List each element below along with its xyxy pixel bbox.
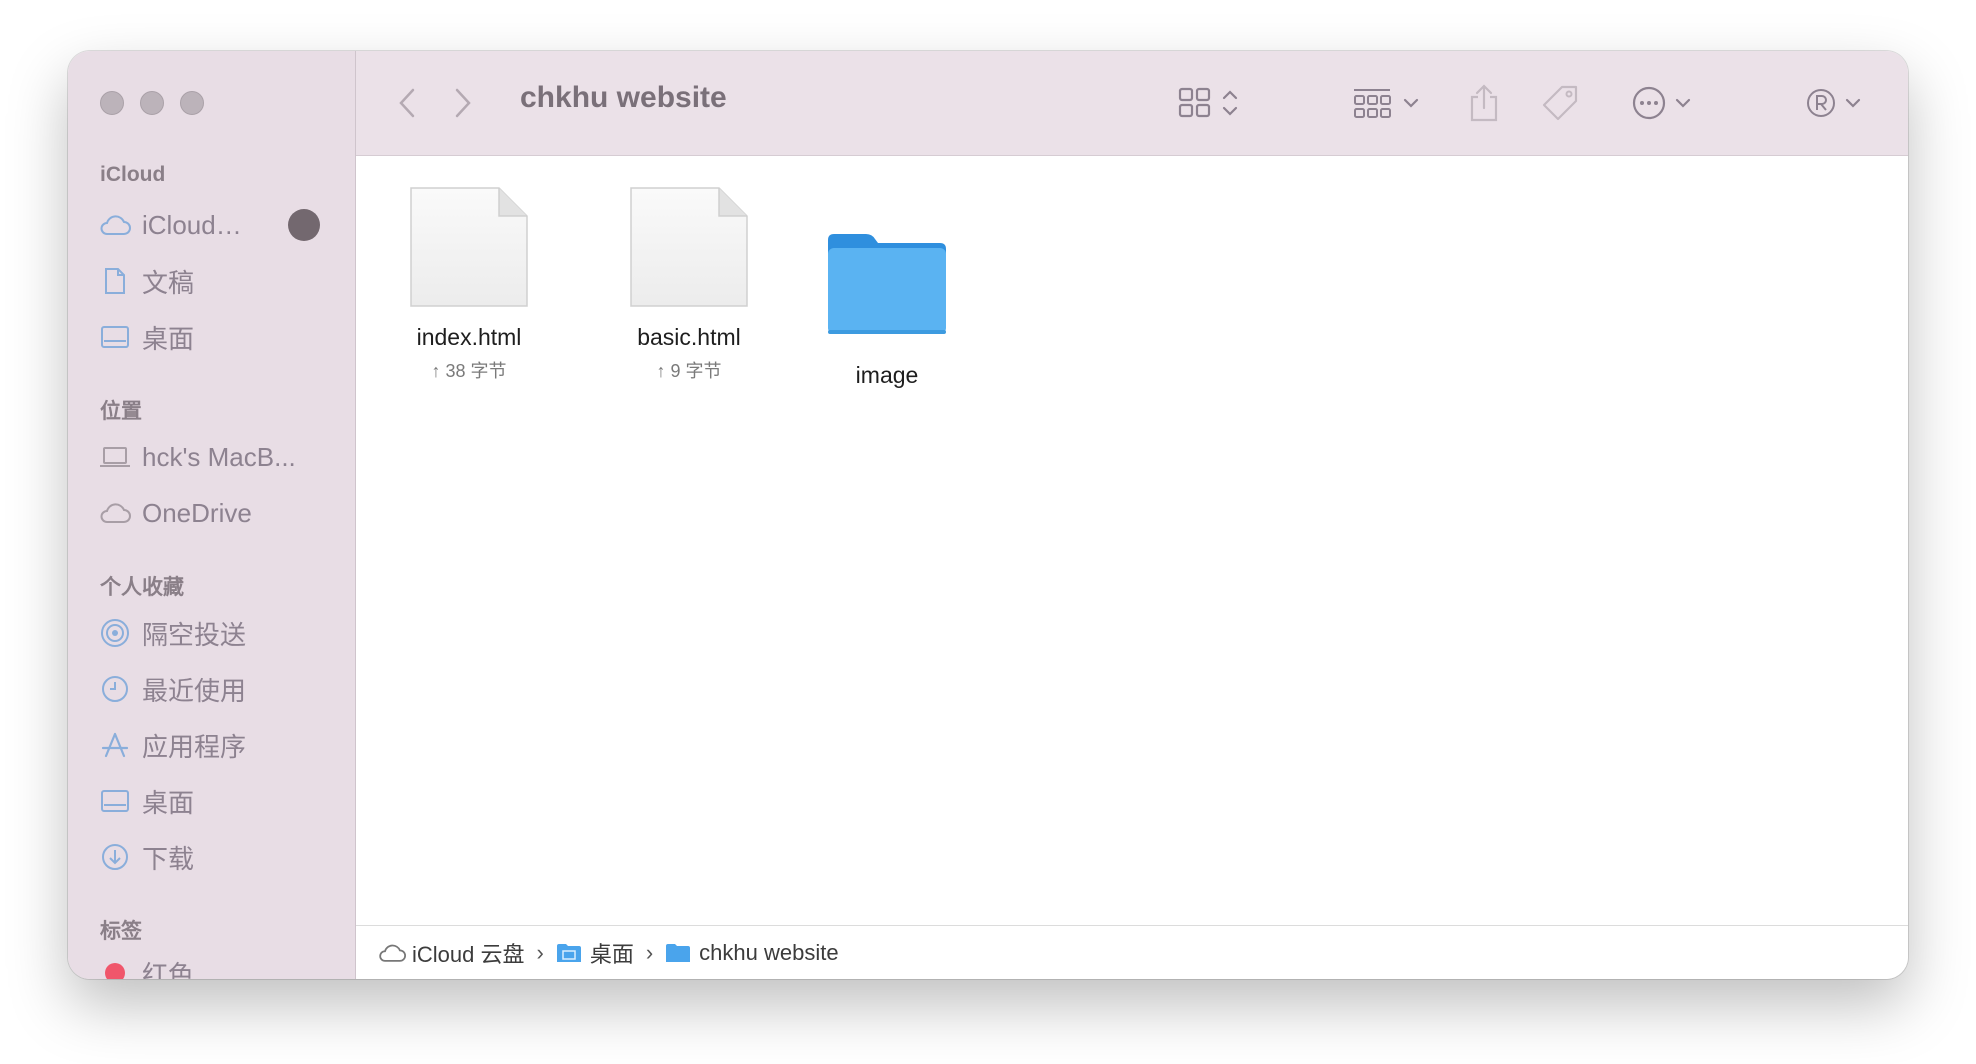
chevron-right-icon bbox=[455, 88, 471, 118]
path-bar: iCloud 云盘 › 桌面 › chkhu website bbox=[356, 925, 1908, 979]
sidebar-item-desktop-icloud[interactable]: 桌面 bbox=[98, 315, 344, 359]
chevron-left-icon bbox=[399, 88, 415, 118]
sidebar-item-label: 最近使用 bbox=[142, 675, 247, 706]
cloud-icon bbox=[98, 208, 132, 242]
sidebar-item-tag-red[interactable]: 红色 bbox=[98, 951, 344, 979]
minimize-window-button[interactable] bbox=[140, 91, 164, 115]
chevron-down-icon bbox=[1675, 98, 1691, 108]
tag-button[interactable] bbox=[1538, 81, 1582, 125]
tag-icon bbox=[1542, 85, 1578, 121]
sidebar-item-onedrive[interactable]: OneDrive bbox=[98, 491, 344, 535]
sidebar-item-label: OneDrive bbox=[142, 497, 252, 528]
sidebar-item-applications[interactable]: 应用程序 bbox=[98, 723, 344, 767]
apps-icon bbox=[98, 728, 132, 762]
sidebar-item-desktop[interactable]: 桌面 bbox=[98, 779, 344, 823]
sidebar-section-locations: 位置 bbox=[100, 400, 142, 423]
path-segment-current-folder[interactable]: chkhu website bbox=[665, 939, 839, 966]
folder-item-image[interactable]: image bbox=[824, 230, 950, 389]
sidebar-section-favorites: 个人收藏 bbox=[100, 576, 184, 599]
group-grid-icon bbox=[1354, 89, 1391, 118]
sidebar-item-label: hck's MacB... bbox=[142, 441, 296, 472]
share-button[interactable] bbox=[1464, 79, 1504, 127]
path-segment-label: 桌面 bbox=[589, 941, 634, 967]
desktop-folder-icon bbox=[556, 943, 581, 962]
airdrop-icon bbox=[98, 616, 132, 650]
path-segment-label: chkhu website bbox=[699, 939, 839, 965]
sidebar-item-airdrop[interactable]: 隔空投送 bbox=[98, 611, 344, 655]
path-separator: › bbox=[645, 939, 654, 965]
registered-icon bbox=[1807, 89, 1835, 117]
sidebar: iCloud iCloud… 文稿 桌面 位置 hck's MacB... On… bbox=[68, 51, 356, 979]
search-button[interactable] bbox=[1904, 83, 1908, 123]
file-size: ↑ 9 字节 bbox=[656, 361, 722, 381]
file-browser-area[interactable]: index.html ↑ 38 字节 basic.html ↑ 9 字节 ima… bbox=[356, 156, 1908, 925]
path-segment-label: iCloud 云盘 bbox=[412, 941, 525, 967]
icloud-status-indicator bbox=[288, 209, 320, 241]
toolbar: chkhu website bbox=[356, 51, 1908, 156]
chevron-up-down-icon bbox=[1222, 90, 1238, 116]
sidebar-item-label: 桌面 bbox=[142, 323, 195, 354]
icon-grid-view-icon bbox=[1178, 87, 1211, 118]
sidebar-item-icloud-drive[interactable]: iCloud… bbox=[98, 203, 344, 247]
sidebar-item-label: 桌面 bbox=[142, 787, 195, 818]
chevron-down-icon bbox=[1403, 98, 1419, 108]
html-document-icon bbox=[630, 187, 748, 307]
share-icon bbox=[1470, 84, 1498, 122]
more-actions-button[interactable] bbox=[1626, 81, 1698, 125]
sidebar-item-label: 文稿 bbox=[142, 267, 195, 298]
view-mode-button[interactable] bbox=[1170, 81, 1246, 125]
sidebar-item-macbook[interactable]: hck's MacB... bbox=[98, 435, 344, 479]
clock-icon bbox=[98, 672, 132, 706]
folder-name: image bbox=[855, 362, 919, 388]
file-item-basic-html[interactable]: basic.html ↑ 9 字节 bbox=[624, 186, 754, 383]
tag-color-dot-icon bbox=[98, 956, 132, 979]
close-window-button[interactable] bbox=[100, 91, 124, 115]
document-icon bbox=[98, 264, 132, 298]
file-name: index.html bbox=[416, 324, 522, 350]
zoom-window-button[interactable] bbox=[180, 91, 204, 115]
extension-button[interactable] bbox=[1800, 83, 1868, 123]
sidebar-section-tags: 标签 bbox=[100, 920, 142, 943]
sidebar-item-label: 隔空投送 bbox=[142, 619, 247, 650]
sidebar-item-downloads[interactable]: 下载 bbox=[98, 835, 344, 879]
file-item-index-html[interactable]: index.html ↑ 38 字节 bbox=[404, 186, 534, 383]
download-icon bbox=[98, 840, 132, 874]
path-separator: › bbox=[536, 939, 544, 965]
file-size: ↑ 38 字节 bbox=[431, 361, 507, 381]
path-segment-desktop[interactable]: 桌面 bbox=[556, 937, 634, 969]
chevron-down-icon bbox=[1845, 98, 1861, 108]
sidebar-item-label: iCloud… bbox=[142, 209, 242, 240]
path-segment-icloud-drive[interactable]: iCloud 云盘 bbox=[378, 937, 524, 969]
sidebar-item-recents[interactable]: 最近使用 bbox=[98, 667, 344, 711]
sidebar-item-label: 应用程序 bbox=[142, 731, 247, 762]
sidebar-item-label: 红色 bbox=[142, 959, 195, 980]
cloud-icon bbox=[98, 496, 132, 530]
back-button[interactable] bbox=[392, 83, 422, 123]
search-icon bbox=[1907, 86, 1908, 120]
folder-icon bbox=[828, 234, 946, 334]
folder-icon bbox=[666, 943, 691, 962]
ellipsis-circle-icon bbox=[1632, 86, 1666, 120]
forward-button[interactable] bbox=[448, 83, 478, 123]
sidebar-section-icloud: iCloud bbox=[100, 163, 166, 186]
window-title: chkhu website bbox=[520, 81, 727, 114]
desktop-icon bbox=[98, 784, 132, 818]
desktop-icon bbox=[98, 320, 132, 354]
cloud-icon bbox=[379, 944, 406, 962]
sidebar-item-documents[interactable]: 文稿 bbox=[98, 259, 344, 303]
group-by-button[interactable] bbox=[1346, 81, 1426, 125]
sidebar-item-label: 下载 bbox=[142, 843, 195, 874]
html-document-icon bbox=[410, 187, 528, 307]
laptop-icon bbox=[98, 440, 132, 474]
file-name: basic.html bbox=[637, 324, 741, 350]
finder-window: iCloud iCloud… 文稿 桌面 位置 hck's MacB... On… bbox=[68, 51, 1908, 979]
